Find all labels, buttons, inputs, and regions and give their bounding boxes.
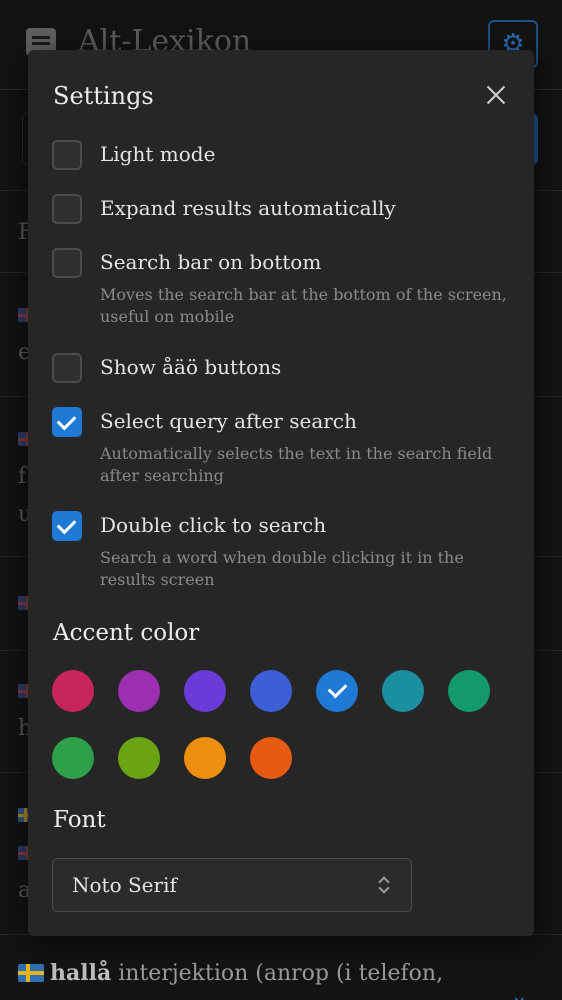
option-label: Show åäö buttons bbox=[100, 355, 282, 379]
option-label: Expand results automatically bbox=[100, 196, 396, 220]
accent-color-swatch[interactable] bbox=[448, 670, 490, 712]
select-query-checkbox[interactable] bbox=[52, 407, 82, 437]
swedish-flag-icon bbox=[18, 964, 44, 982]
entry-definition: interjektion (anrop (i telefon, bbox=[118, 961, 444, 986]
accent-color-swatch[interactable] bbox=[250, 670, 292, 712]
font-select-value: Noto Serif bbox=[72, 873, 177, 897]
result-entry[interactable]: hallå interjektion (anrop (i telefon, bbox=[18, 960, 443, 986]
option-label: Select query after search bbox=[100, 409, 357, 433]
select-arrows-icon bbox=[379, 875, 389, 895]
expand-results-checkbox[interactable] bbox=[52, 194, 82, 224]
accent-color-swatch[interactable] bbox=[382, 670, 424, 712]
option-label: Search bar on bottom bbox=[100, 250, 322, 274]
accent-color-swatch[interactable] bbox=[316, 670, 358, 712]
accent-color-swatch[interactable] bbox=[250, 737, 292, 779]
show-aao-buttons-checkbox[interactable] bbox=[52, 353, 82, 383]
light-mode-checkbox[interactable] bbox=[52, 140, 82, 170]
chevron-down-icon[interactable]: ⌄ bbox=[510, 984, 528, 1000]
settings-modal: Settings Light mode Expand results autom… bbox=[28, 50, 534, 936]
double-click-search-checkbox[interactable] bbox=[52, 511, 82, 541]
font-heading: Font bbox=[53, 807, 106, 833]
option-label: Light mode bbox=[100, 142, 216, 166]
bg-result-fragment: f bbox=[18, 464, 27, 489]
option-help-text: Moves the search bar at the bottom of th… bbox=[100, 285, 507, 326]
search-bar-bottom-checkbox[interactable] bbox=[52, 248, 82, 278]
entry-word: hallå bbox=[50, 960, 112, 986]
option-help-text: Search a word when double clicking it in… bbox=[100, 548, 464, 589]
accent-color-swatch[interactable] bbox=[184, 670, 226, 712]
accent-color-swatch[interactable] bbox=[118, 670, 160, 712]
accent-color-swatch[interactable] bbox=[184, 737, 226, 779]
accent-color-swatch[interactable] bbox=[52, 737, 94, 779]
option-label: Double click to search bbox=[100, 513, 327, 537]
font-select[interactable]: Noto Serif bbox=[52, 858, 412, 912]
modal-title: Settings bbox=[53, 82, 154, 110]
accent-color-heading: Accent color bbox=[53, 620, 200, 646]
close-icon[interactable] bbox=[482, 81, 510, 109]
accent-color-swatch[interactable] bbox=[118, 737, 160, 779]
option-help-text: Automatically selects the text in the se… bbox=[100, 444, 493, 485]
accent-color-swatch[interactable] bbox=[52, 670, 94, 712]
